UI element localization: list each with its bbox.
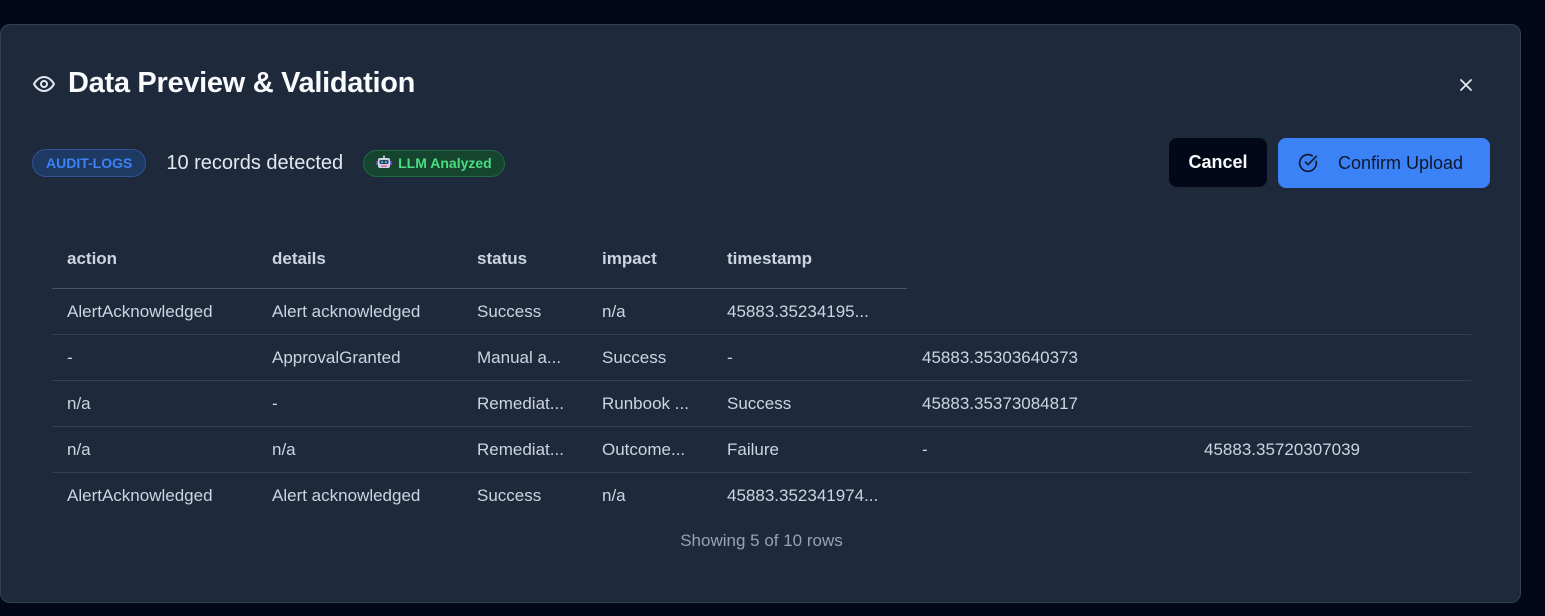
table-header: action details status impact timestamp xyxy=(52,242,907,289)
dataset-meta: AUDIT-LOGS 10 records detected LLM Analy… xyxy=(32,149,505,177)
table-cell: AlertAcknowledged xyxy=(67,302,213,321)
table-cell: ApprovalGranted xyxy=(272,348,401,367)
cancel-button[interactable]: Cancel xyxy=(1169,138,1267,187)
column-header: impact xyxy=(602,249,657,268)
table-row: - ApprovalGranted Manual a... Success - … xyxy=(52,335,1471,381)
table-cell: n/a xyxy=(602,486,626,505)
column-header: action xyxy=(67,249,118,268)
column-header: details xyxy=(272,249,326,268)
llm-badge-label: LLM Analyzed xyxy=(398,155,492,171)
table-cell: 45883.35373084817 xyxy=(922,394,1078,413)
rows-summary: Showing 5 of 10 rows xyxy=(680,531,843,550)
robot-icon xyxy=(376,155,392,171)
table-row: AlertAcknowledged Alert acknowledged Suc… xyxy=(52,473,1471,519)
table-cell: 45883.35234195... xyxy=(727,302,869,321)
table-cell: Manual a... xyxy=(477,348,562,367)
table-cell: Failure xyxy=(727,440,779,459)
dialog-actions: Cancel Confirm Upload xyxy=(1169,138,1490,188)
column-header: status xyxy=(477,249,528,268)
table-cell: AlertAcknowledged xyxy=(67,486,213,505)
confirm-upload-label: Confirm Upload xyxy=(1338,152,1464,173)
table-cell: n/a xyxy=(67,394,91,413)
table-cell: Runbook ... xyxy=(602,394,689,413)
table-cell: n/a xyxy=(602,302,626,321)
table-cell: - xyxy=(67,348,73,367)
close-button[interactable] xyxy=(1453,74,1479,100)
table-cell: Success xyxy=(727,394,792,413)
table-cell: Success xyxy=(477,486,542,505)
close-icon xyxy=(1458,77,1474,98)
records-count: 10 records detected xyxy=(166,151,344,174)
table-cell: n/a xyxy=(272,440,296,459)
table-cell: 45883.352341974... xyxy=(727,486,879,505)
table-cell: - xyxy=(727,348,733,367)
eye-icon xyxy=(32,72,56,96)
table-cell: Remediat... xyxy=(477,440,564,459)
table-cell: Success xyxy=(477,302,542,321)
check-circle-icon xyxy=(1298,153,1318,173)
table-cell: - xyxy=(272,394,278,413)
data-preview-dialog: Data Preview & Validation AUDIT-LOGS 10 … xyxy=(0,24,1521,603)
table-cell: Alert acknowledged xyxy=(272,486,421,505)
table-cell: - xyxy=(922,440,928,459)
table-row: n/a n/a Remediat... Outcome... Failure -… xyxy=(52,427,1471,473)
table-cell: Success xyxy=(602,348,667,367)
dataset-type-badge: AUDIT-LOGS xyxy=(32,149,147,177)
table-cell: 45883.35303640373 xyxy=(922,348,1078,367)
table-cell: Remediat... xyxy=(477,394,564,413)
dialog-title: Data Preview & Validation xyxy=(68,67,416,99)
table-cell: 45883.35720307039 xyxy=(1204,440,1360,459)
table-cell: n/a xyxy=(67,440,91,459)
llm-analyzed-badge: LLM Analyzed xyxy=(363,149,505,177)
table-cell: Outcome... xyxy=(602,440,686,459)
confirm-upload-button[interactable]: Confirm Upload xyxy=(1278,138,1490,188)
table-row: n/a - Remediat... Runbook ... Success 45… xyxy=(52,381,1471,427)
dialog-header: Data Preview & Validation xyxy=(32,67,415,100)
column-header: timestamp xyxy=(727,249,813,268)
table-cell: Alert acknowledged xyxy=(272,302,421,321)
table-row: AlertAcknowledged Alert acknowledged Suc… xyxy=(52,289,1471,335)
preview-table: action details status impact timestamp A… xyxy=(52,242,1471,519)
